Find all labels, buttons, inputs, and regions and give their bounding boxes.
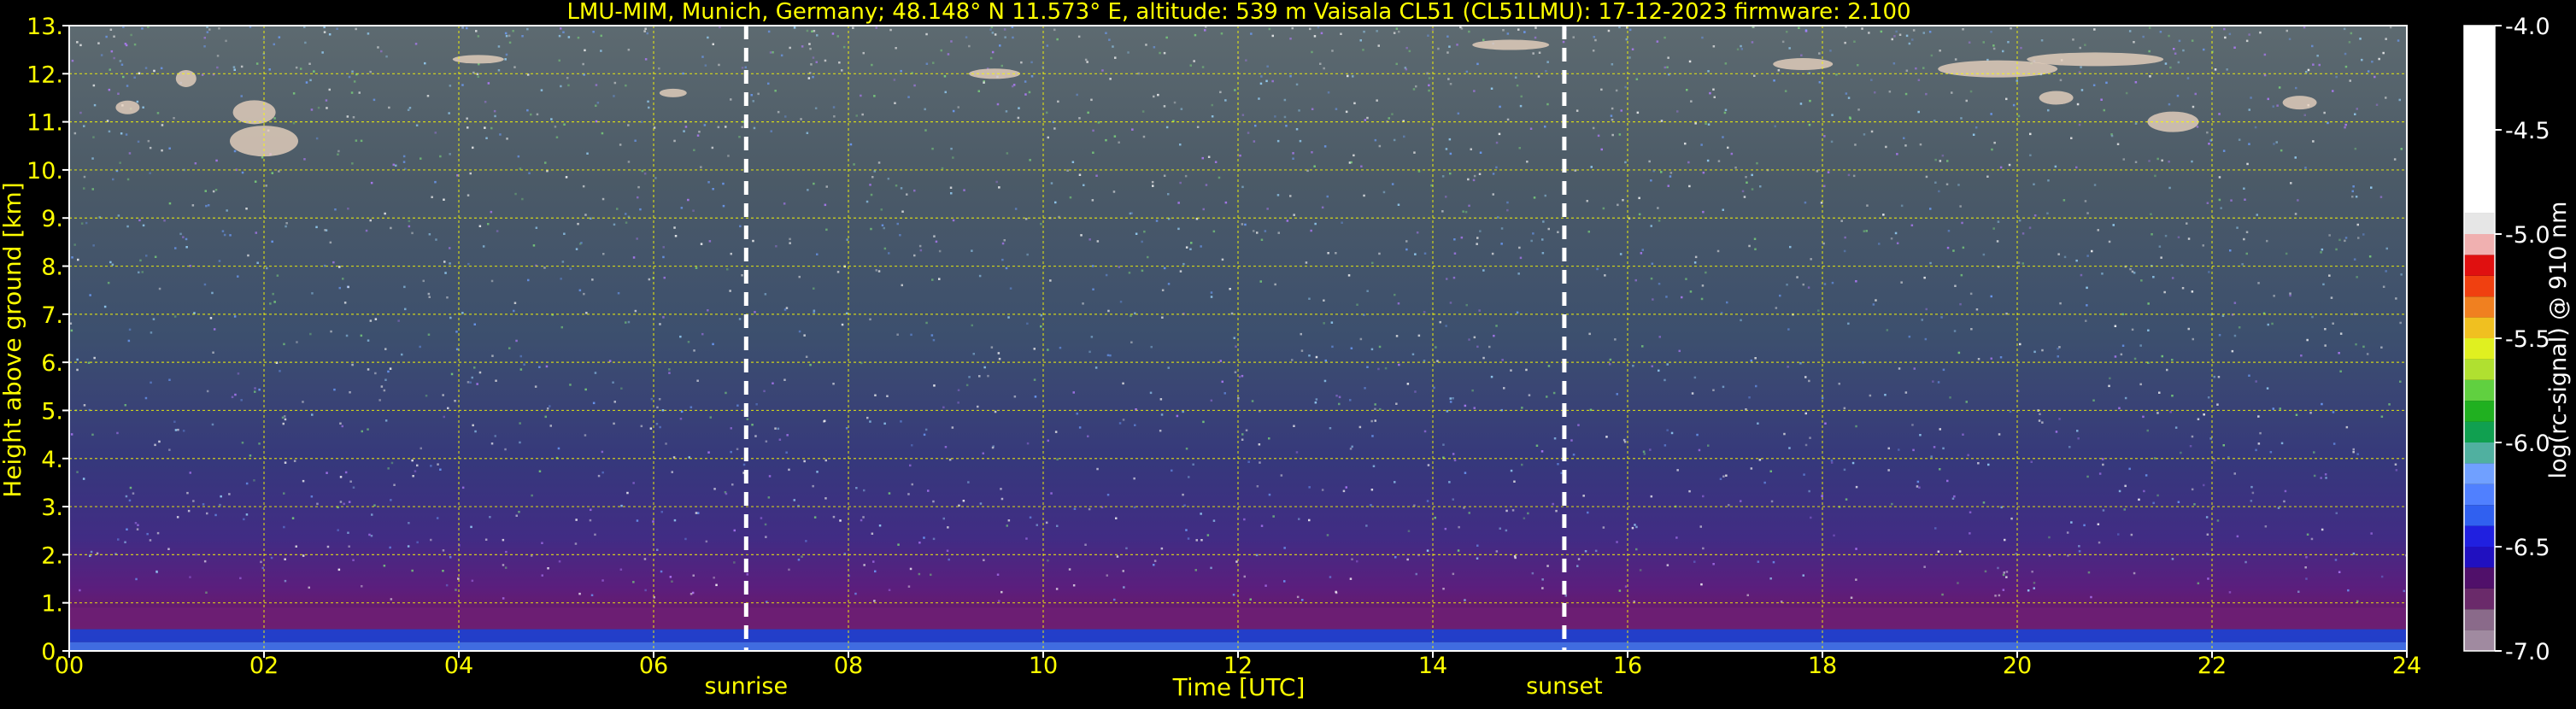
chart-title: LMU-MIM, Munich, Germany; 48.148° N 11.5… <box>566 0 1910 25</box>
colorbar-segment <box>2464 421 2495 442</box>
y-tick-label: 3. <box>41 495 63 521</box>
colorbar-segment <box>2464 234 2495 255</box>
colorbar-segment <box>2464 338 2495 360</box>
colorbar-segment <box>2464 630 2495 651</box>
x-tick-label: 04 <box>444 653 473 679</box>
y-tick-label: 0. <box>41 639 63 665</box>
colorbar-tick-label: -4.5 <box>2505 118 2550 144</box>
y-tick-label: 12. <box>26 62 63 88</box>
annotation-label-sunset: sunset <box>1526 673 1603 700</box>
y-axis-label: Height above ground [km] <box>0 182 26 498</box>
colorbar-label: log(rc-signal) @ 910 nm <box>2545 202 2572 479</box>
y-tick-label: 7. <box>41 302 63 329</box>
x-axis-label: Time [UTC] <box>1172 673 1306 701</box>
y-tick-label: 10. <box>26 158 63 185</box>
x-tick-label: 10 <box>1029 653 1058 679</box>
x-tick-label: 06 <box>639 653 668 679</box>
y-tick-label: 8. <box>41 255 63 281</box>
colorbar-tick-label: -4.0 <box>2505 14 2550 40</box>
colorbar-segment <box>2464 505 2495 526</box>
colorbar-segment <box>2464 359 2495 380</box>
y-tick-label: 13. <box>26 14 63 40</box>
colorbar-segment <box>2464 296 2495 318</box>
colorbar-segment <box>2464 26 2495 214</box>
colorbar <box>2464 26 2495 651</box>
x-tick-label: 14 <box>1418 653 1447 679</box>
chart-container: sunrise sunset 00 02 04 06 08 10 12 14 16 18 20 22 24 0… <box>0 0 2576 706</box>
ceilometer-chart: sunrise sunset00 02 04 06 08 10 12 14 16 18 20 22 240… <box>0 0 2572 701</box>
x-tick-label: 24 <box>2392 653 2421 679</box>
colorbar-segment <box>2464 483 2495 506</box>
y-tick-label: 1. <box>41 591 63 618</box>
colorbar-segment <box>2464 213 2495 234</box>
colorbar-segment <box>2464 547 2495 568</box>
colorbar-segment <box>2464 609 2495 630</box>
colorbar-tick-label: -7.0 <box>2505 639 2550 665</box>
x-tick-label: 20 <box>2003 653 2032 679</box>
colorbar-segment <box>2464 567 2495 589</box>
y-tick-label: 2. <box>41 542 63 569</box>
y-tick-label: 4. <box>41 447 63 473</box>
colorbar-segment <box>2464 525 2495 547</box>
y-tick-label: 9. <box>41 206 63 232</box>
colorbar-tick-label: -5.0 <box>2505 222 2550 249</box>
y-tick-label: 6. <box>41 350 63 377</box>
colorbar-segment <box>2464 442 2495 464</box>
colorbar-segment <box>2464 275 2495 297</box>
x-tick-label: 16 <box>1613 653 1642 679</box>
colorbar-tick-label: -5.5 <box>2505 326 2550 353</box>
colorbar-tick-label: -6.0 <box>2505 431 2550 457</box>
colorbar-segment <box>2464 317 2495 338</box>
y-tick-label: 5. <box>41 398 63 425</box>
x-tick-label: 08 <box>834 653 863 679</box>
colorbar-segment <box>2464 463 2495 484</box>
colorbar-segment <box>2464 255 2495 276</box>
x-tick-label: 02 <box>249 653 279 679</box>
colorbar-segment <box>2464 379 2495 401</box>
x-tick-label: 22 <box>2198 653 2227 679</box>
colorbar-segment <box>2464 401 2495 422</box>
colorbar-tick-label: -6.5 <box>2505 535 2550 561</box>
annotation-label-sunrise: sunrise <box>705 673 789 700</box>
y-tick-label: 11. <box>26 110 63 137</box>
colorbar-segment <box>2464 588 2495 610</box>
x-tick-label: 18 <box>1808 653 1837 679</box>
